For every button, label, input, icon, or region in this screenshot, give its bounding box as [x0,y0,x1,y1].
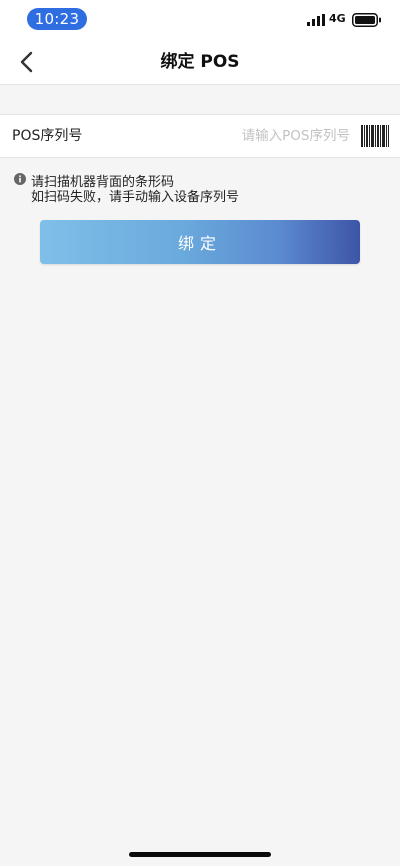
chevron-left-icon [20,51,33,73]
back-button[interactable] [14,48,42,76]
info-icon [14,173,26,185]
scan-barcode-button[interactable] [361,125,389,147]
bind-button[interactable]: 绑定 [40,220,360,264]
network-type-label: 4G [329,12,346,25]
battery-icon [352,13,381,27]
navigation-bar: 绑定 POS [0,40,400,85]
status-bar: 10:23 4G [0,0,400,40]
signal-icon [307,14,325,26]
serial-number-input[interactable] [150,123,350,149]
status-time: 10:23 [27,8,87,30]
serial-number-row: POS序列号 [0,114,400,158]
barcode-icon [361,125,389,147]
hint-line-manual: 如扫码失败，请手动输入设备序列号 [31,190,240,205]
home-indicator [129,852,271,857]
page-title: 绑定 POS [160,52,240,72]
serial-number-label: POS序列号 [12,128,83,144]
